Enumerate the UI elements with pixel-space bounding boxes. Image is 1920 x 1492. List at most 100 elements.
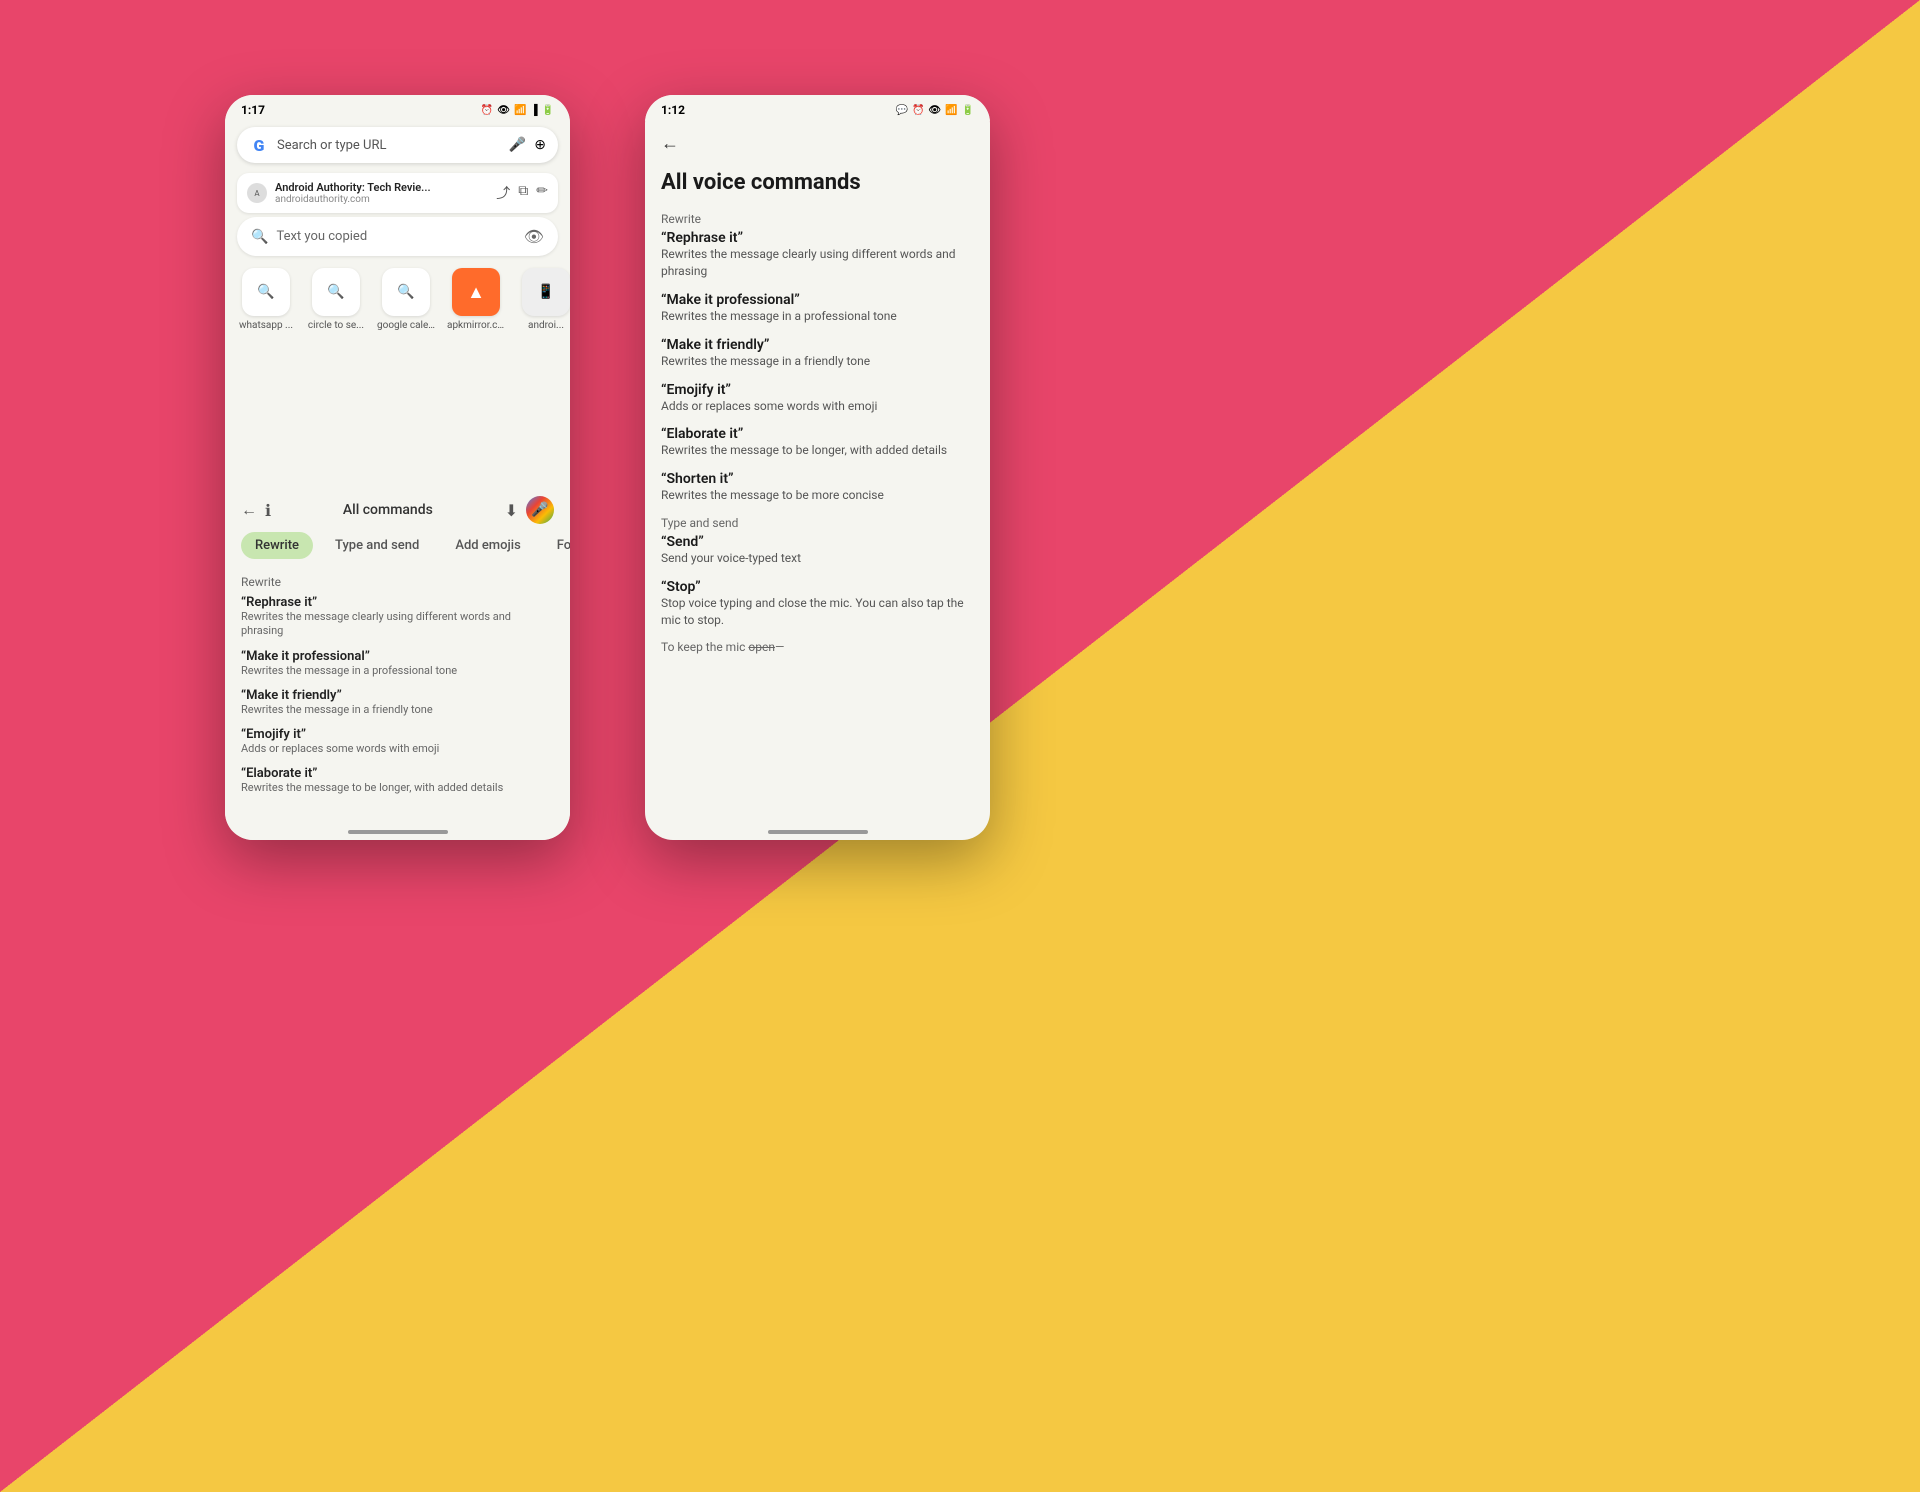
cmd-elaborate-desc: Rewrites the message to be longer, with … [241, 781, 554, 795]
battery-right-icon: 🔋 [962, 105, 974, 116]
tab-bar[interactable]: A Android Authority: Tech Revie... andro… [237, 173, 558, 213]
tab-url: androidauthority.com [275, 194, 488, 205]
status-bar-right: 1:12 💬 ⏰ 👁 📶 🔋 [645, 95, 990, 121]
phone-left: 1:17 ⏰ 👁 📶 ▐ 🔋 G Search or type URL 🎤 ⊕ … [225, 95, 570, 840]
voice-panel-title: All commands [279, 502, 497, 518]
voice-tabs: Rewrite Type and send Add emojis Fo [225, 532, 570, 567]
right-cmd-shorten-desc: Rewrites the message to be more concise [661, 487, 974, 504]
right-cmd-send-desc: Send your voice-typed text [661, 550, 974, 567]
right-cmd-shorten: “Shorten it” Rewrites the message to be … [661, 471, 974, 504]
share-icon[interactable]: ⤴ [496, 183, 510, 203]
wifi-icon: 📶 [514, 105, 526, 116]
cmd-elaborate: “Elaborate it” Rewrites the message to b… [241, 766, 554, 795]
shortcut-circle[interactable]: 🔍 circle to se... [307, 268, 365, 331]
right-cmd-professional-name: “Make it professional” [661, 292, 974, 308]
shortcut-google-cal[interactable]: 🔍 google cale... [377, 268, 435, 331]
battery-icon: 🔋 [542, 105, 554, 116]
search-action-icons: 🎤 ⊕ [509, 137, 546, 153]
right-cmd-stop-name: “Stop” [661, 579, 974, 595]
cmd-professional: “Make it professional” Rewrites the mess… [241, 649, 554, 678]
cmd-rephrase: “Rephrase it” Rewrites the message clear… [241, 595, 554, 639]
right-cmd-rephrase-name: “Rephrase it” [661, 230, 974, 246]
right-cmd-stop: “Stop” Stop voice typing and close the m… [661, 579, 974, 629]
shortcut-whatsapp[interactable]: 🔍 whatsapp ... [237, 268, 295, 331]
cmd-friendly-name: “Make it friendly” [241, 688, 554, 703]
right-cmd-send: “Send” Send your voice-typed text [661, 534, 974, 567]
section-rewrite-label: Rewrite [241, 575, 554, 589]
download-icon[interactable]: ⬇ [505, 501, 518, 520]
right-cmd-emojify-desc: Adds or replaces some words with emoji [661, 398, 974, 415]
cmd-rephrase-desc: Rewrites the message clearly using diffe… [241, 610, 554, 639]
right-cmd-emojify: “Emojify it” Adds or replaces some words… [661, 382, 974, 415]
shortcuts-grid: 🔍 whatsapp ... 🔍 circle to se... 🔍 googl… [225, 260, 570, 339]
copy-icon[interactable]: ⧉ [518, 183, 528, 203]
right-cmd-elaborate-desc: Rewrites the message to be longer, with … [661, 442, 974, 459]
section-header-keep-mic: To keep the mic open— [661, 640, 974, 654]
clipboard-text: Text you copied [276, 229, 523, 244]
voice-page-header: ← [645, 121, 990, 162]
shortcut-android-label: androi... [517, 320, 570, 331]
right-cmd-professional-desc: Rewrites the message in a professional t… [661, 308, 974, 325]
right-cmd-stop-desc: Stop voice typing and close the mic. You… [661, 595, 974, 629]
phone-right: 1:12 💬 ⏰ 👁 📶 🔋 ← All voice commands Rewr… [645, 95, 990, 840]
info-icon[interactable]: ℹ [265, 501, 271, 520]
signal-icon: ▐ [530, 105, 537, 116]
right-cmd-professional: “Make it professional” Rewrites the mess… [661, 292, 974, 325]
voice-panel-header: ← ℹ All commands ⬇ 🎤 [225, 492, 570, 532]
alarm-right-icon: ⏰ [912, 105, 924, 116]
clipboard-bar[interactable]: 🔍 Text you copied 👁 [237, 217, 558, 256]
right-cmd-friendly-name: “Make it friendly” [661, 337, 974, 353]
time-right: 1:12 [661, 103, 685, 117]
right-cmd-send-name: “Send” [661, 534, 974, 550]
search-area: G Search or type URL 🎤 ⊕ [225, 121, 570, 169]
edit-icon[interactable]: ✏ [536, 183, 548, 203]
eye-clipboard-icon[interactable]: 👁 [524, 227, 544, 246]
nav-line-left [348, 830, 448, 834]
strikethrough-open: open [748, 640, 775, 654]
tab-actions: ⤴ ⧉ ✏ [496, 183, 548, 203]
right-cmd-friendly-desc: Rewrites the message in a friendly tone [661, 353, 974, 370]
tab-add-emojis[interactable]: Add emojis [441, 532, 534, 559]
search-bar[interactable]: G Search or type URL 🎤 ⊕ [237, 127, 558, 163]
tab-rewrite[interactable]: Rewrite [241, 532, 313, 559]
cmd-emojify-name: “Emojify it” [241, 727, 554, 742]
status-bar-left: 1:17 ⏰ 👁 📶 ▐ 🔋 [225, 95, 570, 121]
shortcut-whatsapp-label: whatsapp ... [237, 320, 295, 331]
right-cmd-emojify-name: “Emojify it” [661, 382, 974, 398]
search-icon-clipboard: 🔍 [251, 229, 268, 245]
tab-favicon: A [247, 183, 267, 203]
right-cmd-rephrase: “Rephrase it” Rewrites the message clear… [661, 230, 974, 280]
tab-type-send[interactable]: Type and send [321, 532, 433, 559]
mic-icon[interactable]: 🎤 [509, 137, 526, 153]
keep-mic-label: To keep the mic open— [661, 640, 784, 654]
right-cmd-rephrase-desc: Rewrites the message clearly using diffe… [661, 246, 974, 280]
right-cmd-friendly: “Make it friendly” Rewrites the message … [661, 337, 974, 370]
voice-page-title: All voice commands [645, 162, 990, 200]
back-button[interactable]: ← [661, 133, 679, 154]
back-arrow-icon[interactable]: ← [241, 500, 257, 520]
cmd-rephrase-name: “Rephrase it” [241, 595, 554, 610]
nav-line-right [768, 830, 868, 834]
right-cmd-shorten-name: “Shorten it” [661, 471, 974, 487]
google-logo: G [249, 135, 269, 155]
shortcut-android[interactable]: 📱 androi... [517, 268, 570, 331]
cmd-friendly: “Make it friendly” Rewrites the message … [241, 688, 554, 717]
tab-info: Android Authority: Tech Revie... android… [275, 181, 488, 205]
circle-icon: 🔍 [312, 268, 360, 316]
shortcut-circle-label: circle to se... [307, 320, 365, 331]
android-icon: 📱 [522, 268, 570, 316]
whatsapp-icon: 🔍 [242, 268, 290, 316]
cmd-professional-desc: Rewrites the message in a professional t… [241, 664, 554, 678]
time-left: 1:17 [241, 103, 265, 117]
voice-commands-scroll: Rewrite “Rephrase it” Rewrites the messa… [645, 200, 990, 662]
cmd-friendly-desc: Rewrites the message in a friendly tone [241, 703, 554, 717]
shortcut-apkmirror[interactable]: ▲ apkmirror.c... [447, 268, 505, 331]
tab-fo[interactable]: Fo [543, 532, 570, 559]
mic-voice-icon[interactable]: 🎤 [526, 496, 554, 524]
cmd-emojify: “Emojify it” Adds or replaces some words… [241, 727, 554, 756]
commands-list: Rewrite “Rephrase it” Rewrites the messa… [225, 567, 570, 840]
status-icons-left: ⏰ 👁 📶 ▐ 🔋 [481, 105, 554, 116]
cmd-professional-name: “Make it professional” [241, 649, 554, 664]
camera-icon[interactable]: ⊕ [534, 137, 546, 153]
right-cmd-elaborate-name: “Elaborate it” [661, 426, 974, 442]
